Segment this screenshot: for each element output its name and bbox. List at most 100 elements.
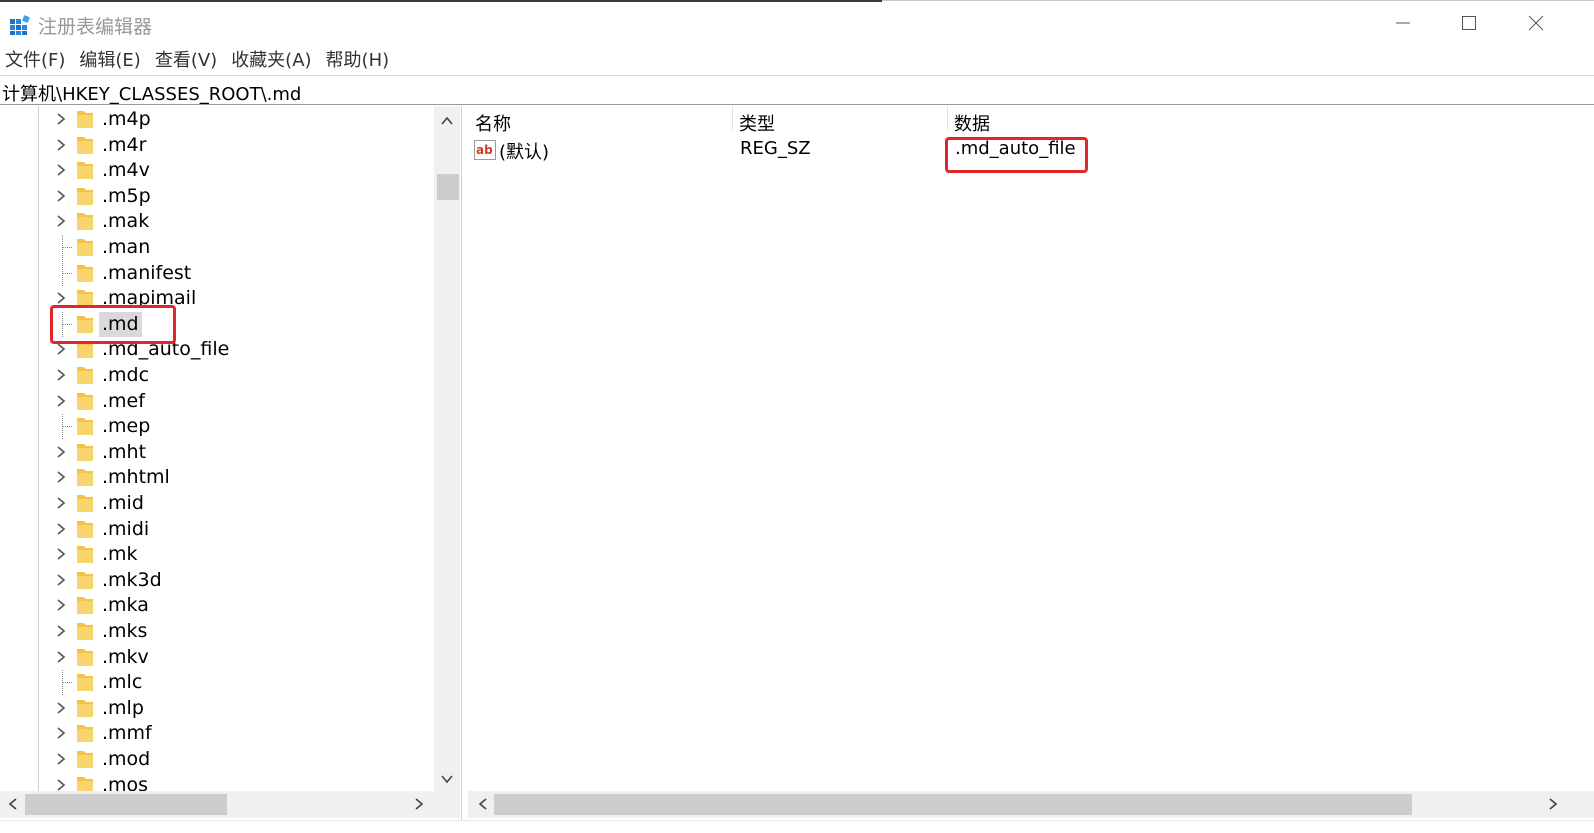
chevron-right-icon[interactable] bbox=[54, 188, 68, 204]
scroll-left-icon[interactable] bbox=[476, 797, 490, 811]
column-divider[interactable] bbox=[732, 106, 733, 130]
tree-item[interactable]: .mlc bbox=[0, 670, 434, 696]
tree-item[interactable]: .midi bbox=[0, 517, 434, 542]
chevron-right-icon[interactable] bbox=[54, 572, 68, 588]
tree-item[interactable]: .mka bbox=[0, 593, 434, 618]
tree-item[interactable]: .md bbox=[0, 311, 434, 337]
chevron-right-icon[interactable] bbox=[54, 213, 68, 229]
menu-view[interactable]: 查看(V) bbox=[155, 46, 217, 72]
tree-item-label[interactable]: .m4r bbox=[102, 133, 146, 158]
chevron-right-icon[interactable] bbox=[54, 341, 68, 357]
tree-item-label[interactable]: .mlp bbox=[102, 696, 144, 721]
chevron-right-icon[interactable] bbox=[54, 521, 68, 537]
tree-item-label[interactable]: .mkv bbox=[102, 645, 149, 670]
key-tree-pane[interactable]: .m4p .m4r .m4v .m5p .mak .man .manifest .mapima… bbox=[0, 106, 462, 820]
column-header-name[interactable]: 名称 bbox=[475, 110, 511, 136]
tree-vertical-scrollbar[interactable] bbox=[434, 106, 460, 796]
tree-item[interactable]: .mod bbox=[0, 747, 434, 772]
tree-item[interactable]: .mdc bbox=[0, 363, 434, 388]
chevron-right-icon[interactable] bbox=[54, 444, 68, 460]
tree-item[interactable]: .mk3d bbox=[0, 568, 434, 593]
tree-item[interactable]: .m4p bbox=[0, 107, 434, 132]
column-header-type[interactable]: 类型 bbox=[739, 110, 775, 136]
tree-item[interactable]: .manifest bbox=[0, 260, 434, 286]
chevron-right-icon[interactable] bbox=[54, 725, 68, 741]
tree-item-label[interactable]: .mak bbox=[102, 209, 149, 234]
tree-item[interactable]: .mmf bbox=[0, 721, 434, 746]
tree-item-label[interactable]: .mht bbox=[102, 440, 146, 465]
tree-item[interactable]: .man bbox=[0, 235, 434, 260]
chevron-right-icon[interactable] bbox=[54, 700, 68, 716]
column-divider[interactable] bbox=[947, 106, 948, 130]
tree-item-label[interactable]: .mid bbox=[102, 491, 144, 516]
value-name[interactable]: (默认) bbox=[499, 138, 549, 164]
scroll-down-icon[interactable] bbox=[440, 772, 454, 786]
scroll-up-icon[interactable] bbox=[440, 114, 454, 128]
scroll-right-icon[interactable] bbox=[1546, 797, 1560, 811]
address-bar[interactable]: 计算机\HKEY_CLASSES_ROOT\.md bbox=[0, 75, 1594, 105]
tree-item[interactable]: .mkv bbox=[0, 645, 434, 670]
minimize-button[interactable] bbox=[1370, 2, 1436, 44]
chevron-right-icon[interactable] bbox=[54, 546, 68, 562]
chevron-right-icon[interactable] bbox=[54, 623, 68, 639]
tree-item-label[interactable]: .mef bbox=[102, 389, 145, 414]
tree-item-label[interactable]: .m5p bbox=[102, 184, 151, 209]
tree-horizontal-scroll-thumb[interactable] bbox=[25, 794, 227, 815]
tree-item[interactable]: .m5p bbox=[0, 184, 434, 209]
tree-item-label[interactable]: .midi bbox=[102, 517, 149, 542]
chevron-right-icon[interactable] bbox=[54, 495, 68, 511]
tree-item[interactable]: .mht bbox=[0, 440, 434, 465]
close-button[interactable] bbox=[1503, 2, 1569, 44]
tree-item[interactable]: .m4r bbox=[0, 133, 434, 158]
menu-edit[interactable]: 编辑(E) bbox=[79, 46, 140, 72]
chevron-right-icon[interactable] bbox=[54, 162, 68, 178]
tree-item-label[interactable]: .mks bbox=[102, 619, 147, 644]
tree-item-label[interactable]: .mk bbox=[102, 542, 138, 567]
tree-item-label[interactable]: .mep bbox=[102, 414, 150, 439]
tree-item[interactable]: .mk bbox=[0, 542, 434, 567]
tree-item[interactable]: .m4v bbox=[0, 158, 434, 183]
tree-item-label[interactable]: .mod bbox=[102, 747, 150, 772]
maximize-button[interactable] bbox=[1436, 2, 1502, 44]
tree-item-label[interactable]: .m4v bbox=[102, 158, 150, 183]
tree-vertical-scroll-thumb[interactable] bbox=[437, 174, 459, 200]
tree-item-label[interactable]: .mapimail bbox=[102, 286, 196, 311]
tree-item-label[interactable]: .mdc bbox=[102, 363, 149, 388]
tree-item[interactable]: .mks bbox=[0, 619, 434, 644]
tree-item-label[interactable]: .m4p bbox=[102, 107, 151, 132]
tree-item-label[interactable]: .mhtml bbox=[102, 465, 170, 490]
chevron-right-icon[interactable] bbox=[54, 137, 68, 153]
tree-item-label[interactable]: .mk3d bbox=[102, 568, 162, 593]
tree-item[interactable]: .mhtml bbox=[0, 465, 434, 490]
tree-item[interactable]: .mapimail bbox=[0, 286, 434, 311]
tree-item[interactable]: .mef bbox=[0, 389, 434, 414]
tree-item-label[interactable]: .man bbox=[102, 235, 150, 260]
menu-favorites[interactable]: 收藏夹(A) bbox=[231, 46, 311, 72]
chevron-right-icon[interactable] bbox=[54, 393, 68, 409]
tree-item-label[interactable]: .manifest bbox=[102, 261, 191, 286]
tree-item-label[interactable]: .mlc bbox=[102, 670, 142, 695]
tree-item-label[interactable]: .md_auto_file bbox=[102, 337, 229, 362]
tree-item[interactable]: .mlp bbox=[0, 696, 434, 721]
column-header-data[interactable]: 数据 bbox=[954, 110, 990, 136]
tree-item-label[interactable]: .mka bbox=[102, 593, 149, 618]
scroll-left-icon[interactable] bbox=[6, 797, 20, 811]
tree-horizontal-scrollbar[interactable] bbox=[0, 791, 460, 818]
tree-item[interactable]: .mep bbox=[0, 414, 434, 440]
chevron-right-icon[interactable] bbox=[54, 597, 68, 613]
chevron-right-icon[interactable] bbox=[54, 111, 68, 127]
menu-help[interactable]: 帮助(H) bbox=[326, 46, 390, 72]
chevron-right-icon[interactable] bbox=[54, 751, 68, 767]
chevron-right-icon[interactable] bbox=[54, 367, 68, 383]
values-horizontal-scroll-thumb[interactable] bbox=[494, 794, 1412, 815]
values-list-pane[interactable]: 名称 类型 数据 ab (默认) REG_SZ .md_auto_file bbox=[468, 106, 1594, 820]
address-path[interactable]: 计算机\HKEY_CLASSES_ROOT\.md bbox=[2, 80, 301, 106]
chevron-right-icon[interactable] bbox=[54, 649, 68, 665]
tree-item[interactable]: .mid bbox=[0, 491, 434, 516]
tree-item-label[interactable]: .mmf bbox=[102, 721, 152, 746]
tree-item-label[interactable]: .md bbox=[99, 311, 142, 337]
tree-item[interactable]: .md_auto_file bbox=[0, 337, 434, 362]
menu-file[interactable]: 文件(F) bbox=[5, 46, 65, 72]
tree-item[interactable]: .mak bbox=[0, 209, 434, 234]
chevron-right-icon[interactable] bbox=[54, 469, 68, 485]
